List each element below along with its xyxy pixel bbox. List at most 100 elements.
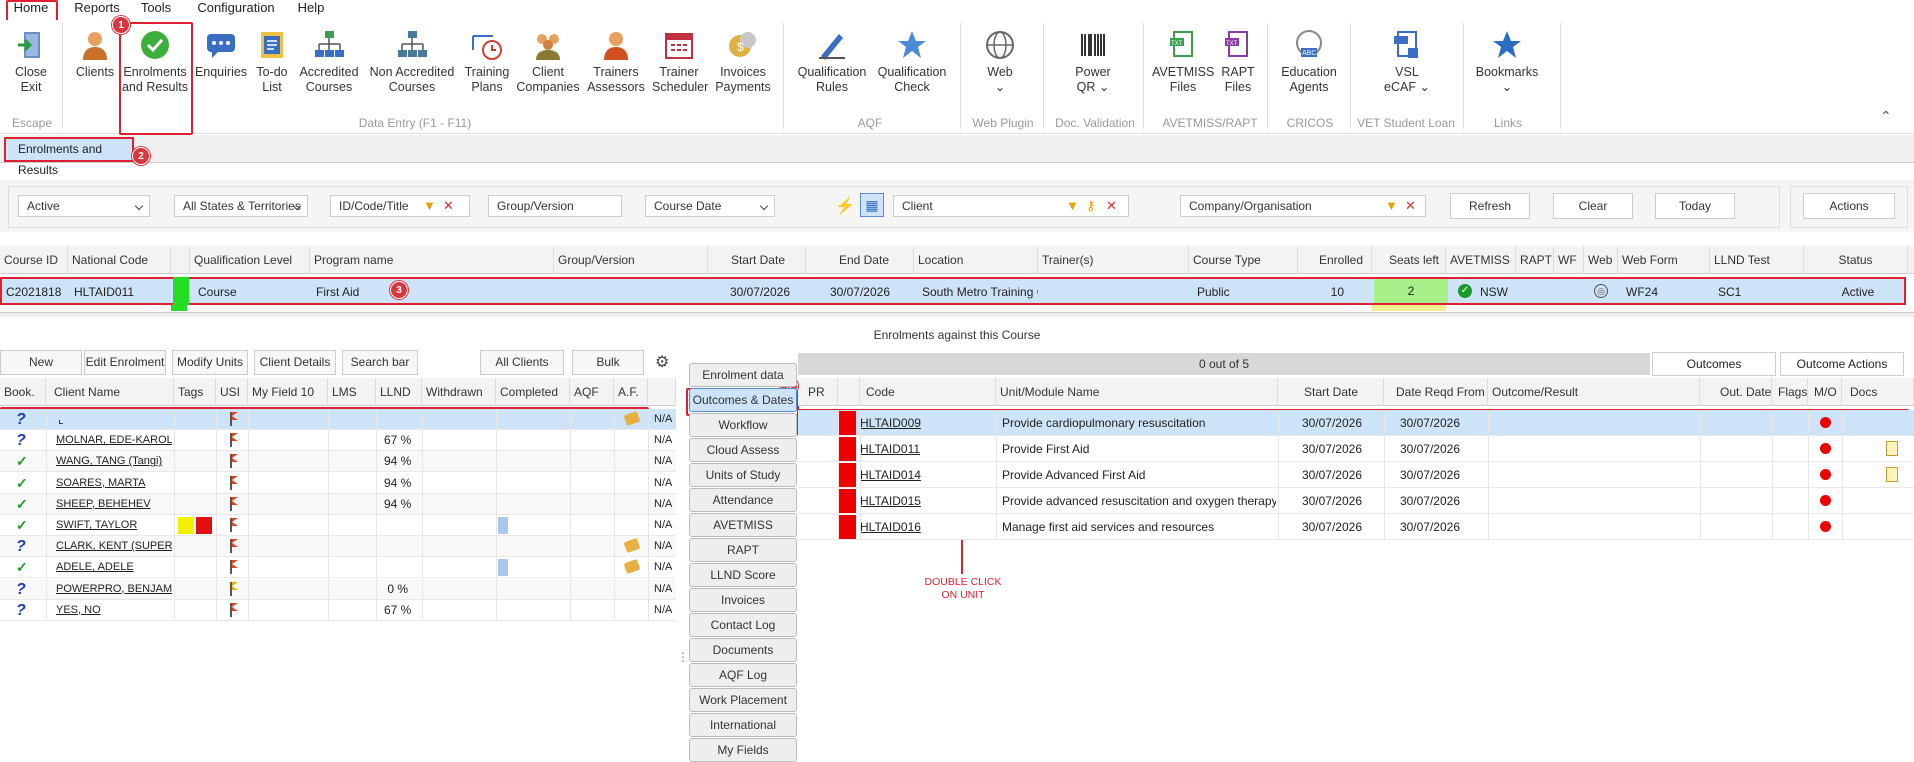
col-withdrawn[interactable]: Withdrawn bbox=[422, 378, 496, 406]
filter-icon[interactable]: ▼ bbox=[423, 196, 436, 216]
col-extra[interactable] bbox=[648, 378, 676, 406]
company-input[interactable]: Company/Organisation ▼ ✕ bbox=[1180, 195, 1426, 217]
table-row[interactable]: ✓ SHEEP, BEHEHEV 94 % N/A bbox=[0, 493, 676, 515]
tab-work-placement[interactable]: Work Placement bbox=[689, 688, 797, 712]
tab-outcome-actions[interactable]: Outcome Actions bbox=[1780, 352, 1904, 376]
table-row[interactable]: ✓ SOARES, MARTA 94 % N/A bbox=[0, 472, 676, 494]
col-group-version[interactable]: Group/Version bbox=[554, 246, 708, 274]
education-agents-button[interactable]: ABC Education Agents bbox=[1276, 28, 1342, 95]
client-name[interactable]: CLARK, KENT (SUPERMA bbox=[52, 536, 172, 557]
edit-enrolment-button[interactable]: Edit Enrolment bbox=[84, 350, 166, 375]
search-bar-button[interactable]: Search bar bbox=[342, 350, 418, 375]
tab-cloud-assess[interactable]: Cloud Assess bbox=[689, 438, 797, 462]
client-name[interactable]: POWERPRO, BENJAMIN bbox=[52, 579, 172, 600]
client-input[interactable]: Client ▼ ⚷ ✕ bbox=[893, 195, 1129, 217]
bulk-button[interactable]: Bulk bbox=[572, 350, 644, 375]
panel-splitter-grip[interactable]: ⋮ bbox=[677, 650, 689, 664]
col-end-date[interactable]: End Date bbox=[806, 246, 914, 274]
client-name[interactable]: WANG, TANG (Tangi) bbox=[52, 451, 172, 472]
non-accredited-courses-button[interactable]: Non Accredited Courses bbox=[364, 28, 460, 95]
tab-invoices[interactable]: Invoices bbox=[689, 588, 797, 612]
menu-tab-reports[interactable]: Reports bbox=[72, 0, 122, 18]
col-course-id[interactable]: Course ID bbox=[0, 246, 68, 274]
client-name[interactable]: SOARES, MARTA bbox=[52, 473, 172, 494]
todo-list-button[interactable]: To-do List bbox=[252, 28, 292, 95]
table-row[interactable]: HLTAID009 Provide cardiopulmonary resusci… bbox=[798, 410, 1914, 436]
close-exit-button[interactable]: Close Exit bbox=[8, 28, 54, 95]
client-name[interactable]: ADELE, ADELE bbox=[52, 557, 172, 578]
col-aqf[interactable]: AQF bbox=[570, 378, 614, 406]
col-af[interactable]: A.F. bbox=[614, 378, 648, 406]
filter-icon[interactable]: ▼ bbox=[1066, 196, 1079, 216]
unit-code[interactable]: HLTAID009 bbox=[856, 410, 986, 436]
tab-aqf-log[interactable]: AQF Log bbox=[689, 663, 797, 687]
table-row[interactable]: ? POWERPRO, BENJAMIN 0 % N/A bbox=[0, 578, 676, 600]
col-client-name[interactable]: Client Name bbox=[46, 378, 174, 406]
table-row[interactable]: ? CLARK, KENT (SUPERMA N/A bbox=[0, 536, 676, 558]
client-name[interactable]: YES, NO bbox=[52, 600, 172, 621]
client-name[interactable]: SHEEP, BEHEHEV bbox=[52, 494, 172, 515]
table-row[interactable]: HLTAID014 Provide Advanced First Aid 30/07… bbox=[798, 462, 1914, 488]
modify-units-button[interactable]: Modify Units bbox=[172, 350, 248, 375]
col-start-date[interactable]: Start Date bbox=[1278, 378, 1384, 406]
unit-code[interactable]: HLTAID014 bbox=[856, 462, 986, 488]
table-row[interactable]: ? MOLNAR, EDE-KAROLY 67 % N/A bbox=[0, 430, 676, 452]
web-globe-icon[interactable]: ◎ bbox=[1594, 284, 1608, 298]
course-row-selected[interactable]: C2021818 HLTAID011 Course First Aid 30/0… bbox=[0, 277, 1906, 305]
web-button[interactable]: Web ⌄ bbox=[970, 28, 1030, 95]
client-companies-button[interactable]: Client Companies bbox=[516, 28, 580, 95]
accredited-courses-button[interactable]: Accredited Courses bbox=[296, 28, 362, 95]
col-my-field-10[interactable]: My Field 10 bbox=[248, 378, 328, 406]
enquiries-button[interactable]: Enquiries bbox=[193, 28, 249, 80]
col-avetmiss[interactable]: AVETMISS bbox=[1446, 246, 1516, 274]
tab-llnd-score[interactable]: LLND Score bbox=[689, 563, 797, 587]
unit-code[interactable]: HLTAID015 bbox=[856, 488, 986, 514]
qualification-check-button[interactable]: Qualification Check bbox=[870, 28, 954, 95]
bookmarks-button[interactable]: Bookmarks ⌄ bbox=[1474, 28, 1540, 95]
states-dropdown[interactable]: All States & Territories bbox=[174, 195, 308, 217]
col-marker[interactable] bbox=[838, 378, 860, 406]
col-lms[interactable]: LMS bbox=[328, 378, 376, 406]
tab-enrolment-data[interactable]: Enrolment data bbox=[689, 363, 797, 387]
tab-outcomes-dates[interactable]: Outcomes & Dates bbox=[689, 388, 797, 412]
tab-workflow[interactable]: Workflow bbox=[689, 413, 797, 437]
col-llnd[interactable]: LLND bbox=[376, 378, 422, 406]
tab-outcomes[interactable]: Outcomes bbox=[1652, 352, 1776, 376]
trainer-scheduler-button[interactable]: Trainer Scheduler bbox=[652, 28, 708, 95]
clients-button[interactable]: Clients bbox=[70, 28, 120, 80]
col-code[interactable]: Code bbox=[860, 378, 996, 406]
splitter[interactable] bbox=[0, 312, 1914, 317]
new-enrolment-button[interactable]: New Enrolment bbox=[0, 350, 82, 392]
course-date-dropdown[interactable]: Course Date bbox=[645, 195, 775, 217]
trainers-assessors-button[interactable]: Trainers Assessors bbox=[583, 28, 649, 95]
col-book[interactable]: Book. bbox=[0, 378, 46, 406]
col-location[interactable]: Location bbox=[914, 246, 1038, 274]
col-pr[interactable]: PR bbox=[798, 378, 838, 406]
clear-filter-icon[interactable]: ✕ bbox=[1405, 196, 1416, 216]
unit-code[interactable]: HLTAID016 bbox=[856, 514, 986, 540]
today-button[interactable]: Today bbox=[1655, 193, 1735, 219]
table-row[interactable]: ✓ WANG, TANG (Tangi) 94 % N/A bbox=[0, 451, 676, 473]
col-usi[interactable]: USI bbox=[216, 378, 248, 406]
table-row[interactable]: HLTAID015 Provide advanced resuscitation … bbox=[798, 488, 1914, 514]
col-start-date[interactable]: Start Date bbox=[708, 246, 806, 274]
clear-filter-icon[interactable]: ✕ bbox=[1106, 196, 1117, 216]
tab-my-fields[interactable]: My Fields bbox=[689, 738, 797, 762]
client-name[interactable]: SWIFT, TAYLOR bbox=[52, 515, 172, 536]
tab-attendance[interactable]: Attendance bbox=[689, 488, 797, 512]
tab-contact-log[interactable]: Contact Log bbox=[689, 613, 797, 637]
refresh-button[interactable]: Refresh bbox=[1450, 193, 1530, 219]
col-outcome-result[interactable]: Outcome/Result bbox=[1488, 378, 1700, 406]
client-name[interactable]: MOLNAR, EDE-KAROLY bbox=[52, 430, 172, 451]
table-row[interactable]: ? ⌞ N/A bbox=[0, 409, 676, 430]
tab-units-of-study[interactable]: Units of Study bbox=[689, 463, 797, 487]
table-row[interactable]: ? YES, NO 67 % N/A bbox=[0, 599, 676, 621]
client-details-button[interactable]: Client Details bbox=[254, 350, 336, 375]
col-completed[interactable]: Completed bbox=[496, 378, 570, 406]
grid-view-icon[interactable]: ▦ bbox=[860, 193, 884, 217]
table-row[interactable]: ✓ ADELE, ADELE N/A bbox=[0, 557, 676, 579]
clear-button[interactable]: Clear bbox=[1553, 193, 1633, 219]
col-flags[interactable]: Flags bbox=[1772, 378, 1808, 406]
col-date-reqd-from[interactable]: Date Reqd From bbox=[1384, 378, 1488, 406]
tab-rapt[interactable]: RAPT bbox=[689, 538, 797, 562]
